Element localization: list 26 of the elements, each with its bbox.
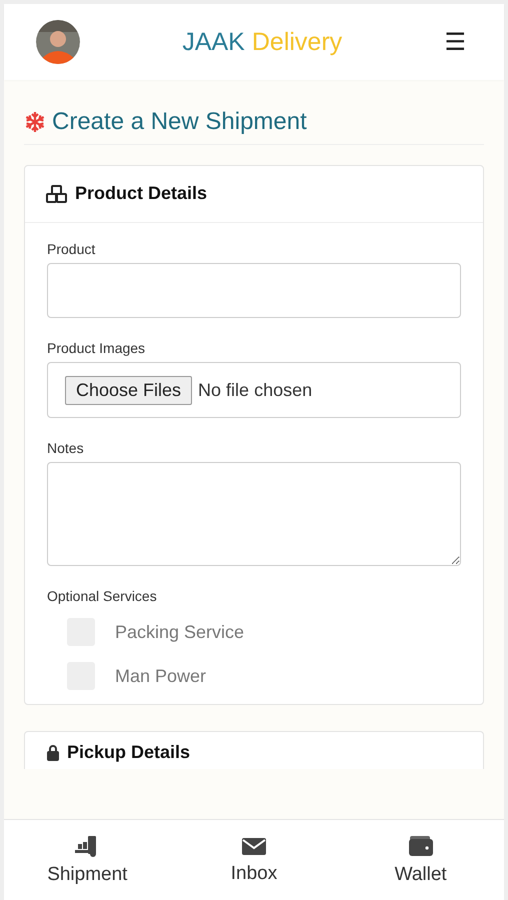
lock-icon <box>45 744 61 762</box>
field-label: Notes <box>47 440 85 456</box>
card-title: Pickup Details <box>67 742 190 763</box>
snowflake-icon <box>24 111 46 133</box>
avatar[interactable] <box>36 20 80 64</box>
nav-tab[interactable]: Shipment <box>4 820 171 900</box>
file-field[interactable]: Choose Files No file chosen <box>47 362 461 418</box>
brand-name: JAAK <box>182 28 245 56</box>
nav-tab[interactable]: Inbox <box>170 820 338 900</box>
boxes-icon <box>45 184 69 204</box>
brand-name-accent: Delivery <box>252 28 342 56</box>
checkbox-label: Packing Service <box>115 622 244 642</box>
section-label: Optional Services <box>47 588 158 604</box>
envelope-icon <box>240 835 267 857</box>
checkbox-label: Man Power <box>115 666 206 686</box>
choose-files-button[interactable]: Choose Files <box>65 376 192 404</box>
wallet-icon <box>408 834 434 858</box>
field-label: Product <box>47 241 96 257</box>
field-label: Product Images <box>47 340 146 356</box>
input-field[interactable] <box>47 263 461 318</box>
nav-tab[interactable]: Wallet <box>337 820 504 900</box>
page-title: Create a New Shipment <box>52 108 307 136</box>
card-title: Product Details <box>75 183 208 204</box>
file-status: No file chosen <box>198 380 312 400</box>
menu-button[interactable]: ☰ <box>444 28 466 56</box>
notes-field[interactable] <box>47 462 461 566</box>
